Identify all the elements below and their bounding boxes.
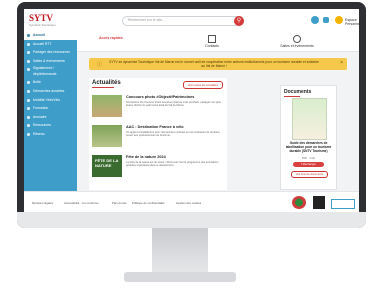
flag-icon (27, 68, 30, 72)
see-all-news-button[interactable]: Voir toutes les actualités (182, 81, 223, 89)
article-title[interactable]: Fête de la nature 2024 (126, 155, 166, 159)
sidebar-item-ressources-partage[interactable]: Partager des ressources (24, 48, 77, 57)
book-icon (27, 115, 30, 119)
article-thumbnail[interactable] (92, 95, 122, 117)
share-icon (27, 51, 30, 55)
sidebar-item-accueil-rtt[interactable]: Accueil RTT (24, 40, 77, 49)
document-name[interactable]: Guide des démarches de labellisation pou… (284, 141, 333, 153)
list-item[interactable]: FÊTE DE LA NATURE Fête de la nature 2024… (92, 155, 224, 182)
leaf-icon (27, 89, 30, 93)
home-icon (27, 34, 30, 37)
article-title[interactable]: Concours photo #ObjectifPatrimoines (126, 95, 194, 99)
sidebar-item-reseau[interactable]: Réseau (24, 130, 77, 139)
tab-salles[interactable]: Salles et événements (267, 35, 327, 48)
tab-label: Contacts (205, 44, 219, 48)
sidebar-item-boite[interactable]: Boîte (24, 78, 77, 87)
list-item[interactable]: Concours photo #ObjectifPatrimoines Insc… (92, 95, 224, 122)
search-icon[interactable]: ⚲ (234, 16, 244, 26)
tab-label: Salles et événements (280, 44, 314, 48)
sidebar-item-label: Mobilité Vélo/Vélo (33, 97, 61, 102)
footer-link[interactable]: Plan du site (112, 201, 127, 205)
sidebar-item-label: Partager des ressources (33, 50, 70, 55)
list-item[interactable]: AAC : Destination France à vélo Un appel… (92, 125, 224, 152)
article-title[interactable]: AAC : Destination France à vélo (126, 125, 184, 129)
network-icon (27, 132, 30, 136)
footer-link[interactable]: Politique de confidentialité (132, 201, 165, 205)
download-button[interactable]: Télécharger (293, 162, 324, 167)
sidebar-item-label: Réseau (33, 131, 45, 136)
sidebar-item-label: Boîte (33, 80, 41, 85)
sidebar-item-label: Signalement / dépôt/demande (33, 66, 57, 76)
partner-logo (331, 199, 355, 209)
sidebar: Accueil Accueil RTT Partager des ressour… (24, 31, 77, 191)
article-thumbnail[interactable]: FÊTE DE LA NATURE (92, 155, 122, 177)
banner-text: SYTV se dynamise Touristique Val de Marn… (109, 60, 319, 68)
sidebar-item-label: Accueil RTT (33, 41, 52, 46)
footer: Mentions légales Accessibilité : non con… (24, 191, 359, 212)
article-excerpt: Un appel à candidatures pour l'accueil d… (126, 131, 221, 138)
article-excerpt: Inscriptions du concours photo ouvertes … (126, 101, 221, 108)
quick-tabs: Accès rapides Contacts Salles et événeme… (77, 31, 359, 52)
screen: SYTV Syndicat Touristique Rechercher sur… (24, 9, 359, 212)
folder-icon (27, 124, 30, 128)
sidebar-item-label: Salles & événements (33, 58, 65, 63)
graduation-icon (27, 107, 30, 111)
sidebar-item-demarches[interactable]: Démarches durables (24, 87, 77, 96)
sidebar-item-ressources[interactable]: Ressources (24, 121, 77, 130)
info-banner: ⓘ SYTV se dynamise Touristique Val de Ma… (89, 58, 347, 70)
event-icon (293, 35, 301, 43)
bike-icon (27, 98, 30, 102)
top-bar: SYTV Syndicat Touristique Rechercher sur… (24, 9, 359, 32)
tab-acces-rapides[interactable]: Accès rapides (99, 36, 127, 40)
sidebar-item-label: Formation (33, 106, 49, 111)
user-name[interactable]: Espace Personnel (345, 18, 359, 26)
monitor-stand (152, 228, 208, 276)
info-icon: ⓘ (97, 62, 103, 68)
contacts-icon (208, 35, 216, 43)
tab-contacts[interactable]: Contacts (182, 35, 242, 48)
help-icon[interactable] (311, 16, 319, 24)
documents-title: Documents (284, 89, 312, 97)
partner-logo (313, 196, 325, 209)
close-icon[interactable]: × (340, 60, 343, 66)
document-meta: PDF · 1 Mo (301, 157, 316, 160)
sidebar-item-label: Annuaire (33, 114, 47, 119)
footer-link[interactable]: Accessibilité : non conforme (64, 201, 99, 205)
sidebar-item-accueil[interactable]: Accueil (24, 31, 77, 40)
documents-panel: Documents Guide des démarches de labelli… (280, 85, 337, 190)
document-cover[interactable] (292, 98, 327, 140)
monitor-frame: SYTV Syndicat Touristique Rechercher sur… (17, 2, 366, 228)
search-input[interactable]: Rechercher sur le site... ⚲ (122, 16, 244, 26)
sidebar-item-label: Ressources (33, 123, 51, 128)
sidebar-item-annuaire[interactable]: Annuaire (24, 113, 77, 122)
inbox-icon (27, 81, 30, 85)
monitor-base (124, 272, 236, 282)
notification-icon[interactable] (323, 17, 329, 23)
main-content: Accès rapides Contacts Salles et événeme… (77, 31, 359, 191)
site-logo[interactable]: SYTV (29, 13, 53, 23)
sidebar-item-signalement[interactable]: Signalement / dépôt/demande (24, 65, 77, 78)
sidebar-item-salles[interactable]: Salles & événements (24, 57, 77, 66)
article-excerpt: La Fête de la nature est de retour ! Ret… (126, 161, 219, 168)
page-icon (27, 42, 30, 46)
monitor-chin (17, 212, 366, 228)
partner-logo (292, 196, 306, 209)
news-title: Actualités (92, 80, 121, 88)
sidebar-item-mobilite[interactable]: Mobilité Vélo/Vélo (24, 96, 77, 105)
footer-link[interactable]: Gestion des cookies (176, 201, 201, 205)
footer-link[interactable]: Mentions légales (32, 201, 53, 205)
news-section: Actualités Voir toutes les actualités Co… (89, 78, 227, 190)
search-placeholder: Rechercher sur le site... (128, 18, 165, 22)
sidebar-item-formation[interactable]: Formation (24, 104, 77, 113)
sidebar-item-label: Accueil (33, 33, 46, 37)
avatar[interactable] (335, 16, 343, 24)
article-thumbnail[interactable] (92, 125, 122, 147)
logo-subtitle: Syndicat Touristique (29, 23, 56, 27)
sidebar-item-label: Démarches durables (33, 88, 65, 93)
see-all-documents-button[interactable]: Voir tous les documents (291, 171, 328, 178)
calendar-icon (27, 59, 30, 63)
